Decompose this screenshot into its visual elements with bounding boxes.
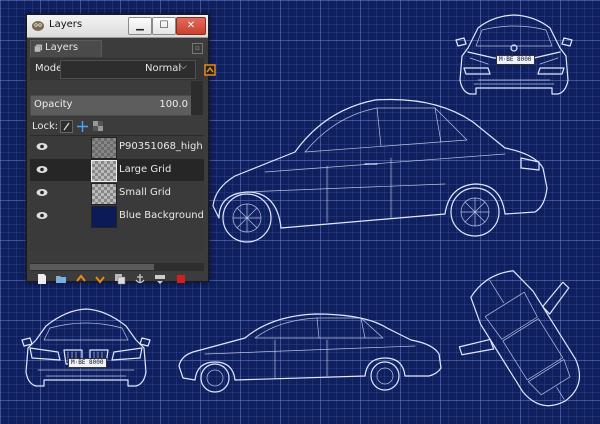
layer-row[interactable]: P90351068_highRe [30, 136, 204, 159]
scrollbar-thumb[interactable] [30, 264, 154, 270]
gimp-icon [32, 21, 44, 31]
layer-thumbnail-car [91, 137, 117, 159]
opacity-spinner[interactable] [191, 81, 203, 115]
layers-icon [34, 44, 43, 53]
lock-position-icon[interactable] [76, 120, 89, 133]
car-side-view-small [175, 310, 445, 396]
car-rear-view: M·BE 8000 [448, 8, 580, 100]
layer-thumbnail-blue [91, 206, 117, 228]
alpha-composite-icon[interactable] [204, 64, 216, 76]
raise-layer-icon[interactable] [75, 273, 87, 285]
lock-label: Lock: [32, 121, 59, 132]
layer-row-selected[interactable]: Large Grid [30, 159, 204, 182]
layer-name: P90351068_highRe [119, 141, 203, 152]
layer-thumbnail-small-grid [91, 183, 117, 205]
tab-layers[interactable]: Layers [30, 40, 102, 57]
car-side-view-large [205, 88, 550, 248]
chevron-down-icon: ⌵ [180, 62, 187, 72]
lower-layer-icon[interactable] [94, 273, 106, 285]
tab-label: Layers [45, 42, 79, 53]
new-group-icon[interactable] [55, 273, 67, 285]
minimize-button[interactable]: ▁ [128, 17, 152, 35]
car-front-view: M·BE 8000 [16, 300, 156, 394]
rear-license-plate: M·BE 8000 [496, 55, 535, 65]
eye-icon[interactable] [36, 165, 48, 174]
eye-icon[interactable] [36, 142, 48, 151]
layers-window: Layers ▁ ☐ ✕ Layers ▫ Mode Normal ⌵ Opac… [26, 14, 216, 285]
merge-down-icon[interactable] [154, 273, 166, 285]
layers-list: P90351068_highRe Large Grid Small Grid B… [30, 135, 204, 251]
layers-toolbar [30, 273, 204, 287]
maximize-button[interactable]: ☐ [152, 17, 176, 35]
horizontal-scrollbar[interactable] [30, 263, 204, 271]
close-button[interactable]: ✕ [176, 17, 206, 35]
car-top-view-doors-open [458, 262, 592, 418]
eye-icon[interactable] [36, 188, 48, 197]
layer-name: Large Grid [119, 164, 172, 175]
window-titlebar[interactable]: Layers ▁ ☐ ✕ [27, 15, 208, 38]
opacity-slider[interactable]: Opacity 100.0 [30, 95, 192, 116]
mode-select[interactable]: Normal ⌵ [60, 60, 216, 79]
layer-row[interactable]: Blue Background [30, 205, 204, 228]
front-license-plate: M·BE 8000 [68, 358, 107, 368]
layer-thumbnail-large-grid [91, 160, 117, 182]
layer-name: Blue Background [119, 210, 203, 221]
new-layer-icon[interactable] [36, 273, 48, 285]
eye-icon[interactable] [36, 211, 48, 220]
lock-row: Lock: [30, 119, 204, 135]
lock-alpha-icon[interactable] [92, 120, 105, 133]
mode-value: Normal [145, 63, 182, 74]
mode-label: Mode [35, 63, 63, 74]
lock-pixels-icon[interactable] [60, 120, 73, 133]
layer-name: Small Grid [119, 187, 171, 198]
opacity-label: Opacity [34, 99, 73, 110]
tab-menu-icon[interactable]: ▫ [192, 43, 203, 54]
window-title: Layers [49, 19, 83, 30]
duplicate-layer-icon[interactable] [114, 273, 126, 285]
mode-row: Mode Normal ⌵ [30, 58, 216, 80]
anchor-layer-icon[interactable] [134, 273, 146, 285]
delete-layer-icon[interactable] [175, 273, 187, 285]
opacity-value: 100.0 [159, 99, 188, 110]
layer-row[interactable]: Small Grid [30, 182, 204, 205]
